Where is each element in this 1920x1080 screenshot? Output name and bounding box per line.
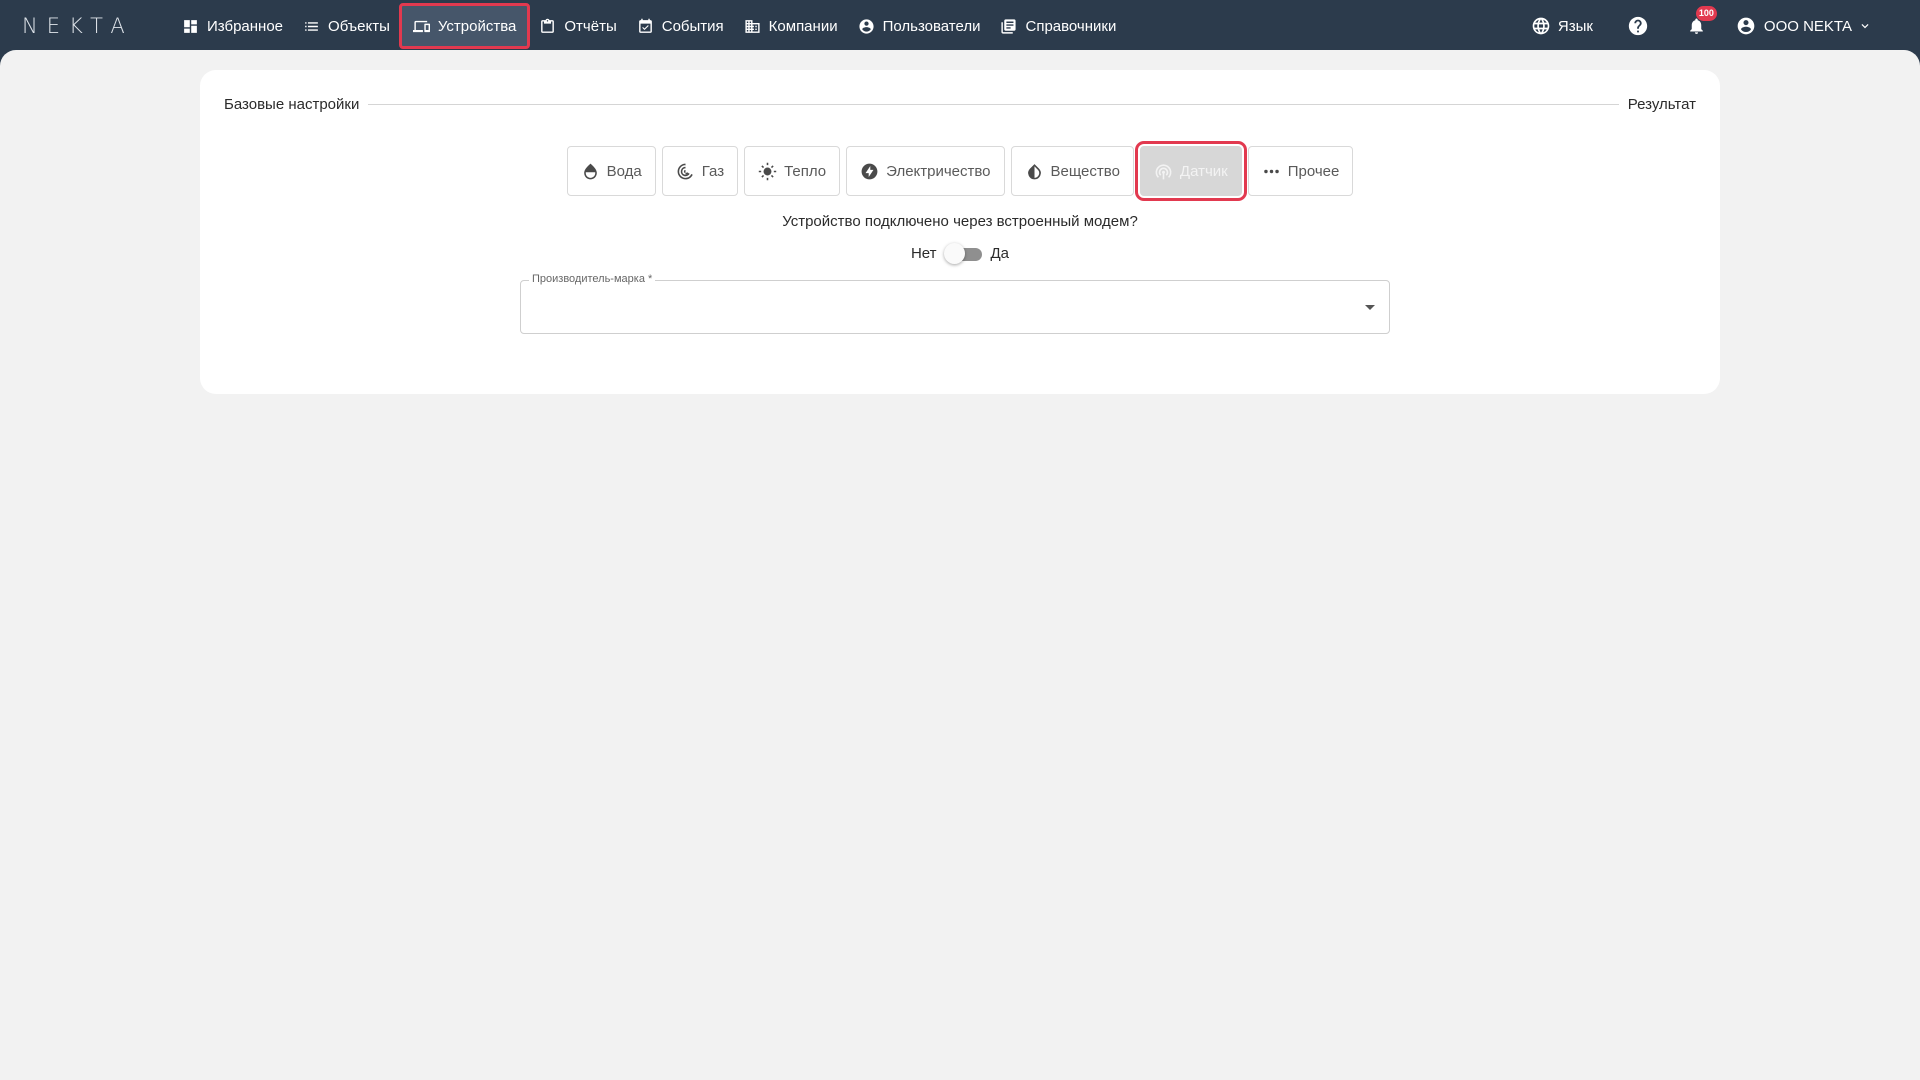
nav-item-label: Отчёты (564, 17, 617, 35)
nav-item-label: Компании (768, 17, 838, 35)
type-label: Тепло (784, 162, 827, 180)
nav-item-label: События (661, 17, 724, 35)
toggle-yes-label: Да (990, 245, 1010, 262)
app-logo[interactable]: NEKTA (22, 12, 134, 40)
nav-item-reports[interactable]: Отчёты (529, 4, 626, 48)
gas-icon (677, 163, 693, 179)
nav-item-label: Избранное (207, 17, 284, 35)
type-label: Вещество (1050, 162, 1120, 180)
type-electricity-button[interactable]: Электричество (846, 146, 1005, 196)
type-label: Прочее (1287, 162, 1340, 180)
more-dots-icon (1263, 169, 1279, 173)
water-drop-icon (583, 163, 597, 179)
main-nav: Избранное Объекты Устройства Отчёты Собы… (172, 0, 1126, 52)
type-gas-button[interactable]: Газ (661, 146, 739, 196)
notifications-button[interactable]: 100 (1687, 6, 1717, 36)
modem-toggle-switch[interactable] (943, 242, 982, 264)
header-tools: Язык 100 ООО NEKTA (1531, 0, 1920, 52)
modem-question: Устройство подключено через встроенный м… (782, 213, 1138, 230)
help-button[interactable] (1627, 15, 1649, 37)
nav-item-label: Объекты (328, 17, 390, 35)
nav-item-label: Справочники (1025, 17, 1117, 35)
type-sensor-button[interactable]: Датчик (1134, 141, 1247, 201)
type-label: Вода (606, 162, 642, 180)
nav-item-favorites[interactable]: Избранное (172, 4, 293, 48)
nav-item-events[interactable]: События (627, 4, 734, 48)
step-result[interactable]: Результат (1628, 96, 1696, 113)
calendar-check-icon (638, 18, 652, 33)
wizard-stepper: Базовые настройки Результат (224, 94, 1696, 114)
account-circle-icon (1737, 17, 1755, 35)
toggle-no-label: Нет (910, 245, 937, 262)
antenna-icon (1155, 163, 1172, 179)
modem-toggle-row: Нет Да (200, 242, 1720, 264)
caret-down-icon (1365, 305, 1375, 310)
page-content: Базовые настройки Результат Вода Газ Теп… (0, 50, 1920, 1080)
sun-icon (758, 162, 777, 180)
manufacturer-label: Производитель-марка * (529, 273, 656, 285)
devices-icon (412, 20, 430, 32)
language-label: Язык (1557, 17, 1593, 35)
type-heat-button[interactable]: Тепло (744, 146, 841, 196)
device-wizard-card: Базовые настройки Результат Вода Газ Теп… (200, 70, 1720, 394)
nav-item-directories[interactable]: Справочники (990, 4, 1126, 48)
type-substance-button[interactable]: Вещество (1010, 146, 1134, 196)
list-icon (305, 21, 318, 31)
nav-item-devices[interactable]: Устройства (398, 3, 531, 49)
building-icon (745, 19, 760, 33)
stepper-divider (368, 103, 1619, 105)
type-label: Электричество (886, 162, 991, 180)
help-circle-icon (1628, 16, 1648, 36)
device-type-group: Вода Газ Тепло Электричество Вещество Да… (200, 141, 1720, 201)
type-water-button[interactable]: Вода (566, 146, 656, 196)
step-basic-settings[interactable]: Базовые настройки (224, 96, 359, 113)
nav-item-label: Устройства (437, 17, 517, 35)
nav-item-objects[interactable]: Объекты (293, 4, 400, 48)
nav-item-label: Пользователи (882, 17, 981, 35)
manufacturer-select[interactable]: Производитель-марка * (520, 273, 1390, 334)
user-menu[interactable]: ООО NEKTA (1736, 16, 1872, 36)
user-name: ООО NEKTA (1763, 17, 1852, 35)
library-icon (1001, 18, 1017, 34)
type-label: Газ (701, 162, 725, 180)
toggle-knob (943, 242, 965, 264)
language-button[interactable]: Язык (1531, 16, 1593, 36)
top-bar: NEKTA Избранное Объекты Устройства Отчёт… (0, 0, 1920, 52)
nav-item-companies[interactable]: Компании (734, 4, 848, 48)
user-circle-icon (858, 18, 874, 34)
opacity-icon (1027, 163, 1041, 179)
globe-icon (1532, 17, 1550, 35)
nav-item-users[interactable]: Пользователи (848, 4, 991, 48)
type-label: Датчик (1179, 162, 1228, 180)
clipboard-icon (541, 18, 555, 33)
lightning-icon (861, 163, 878, 179)
chevron-down-icon (1861, 24, 1869, 29)
dashboard-icon (184, 19, 197, 33)
notifications-badge: 100 (1695, 6, 1717, 21)
type-other-button[interactable]: Прочее (1247, 146, 1354, 196)
